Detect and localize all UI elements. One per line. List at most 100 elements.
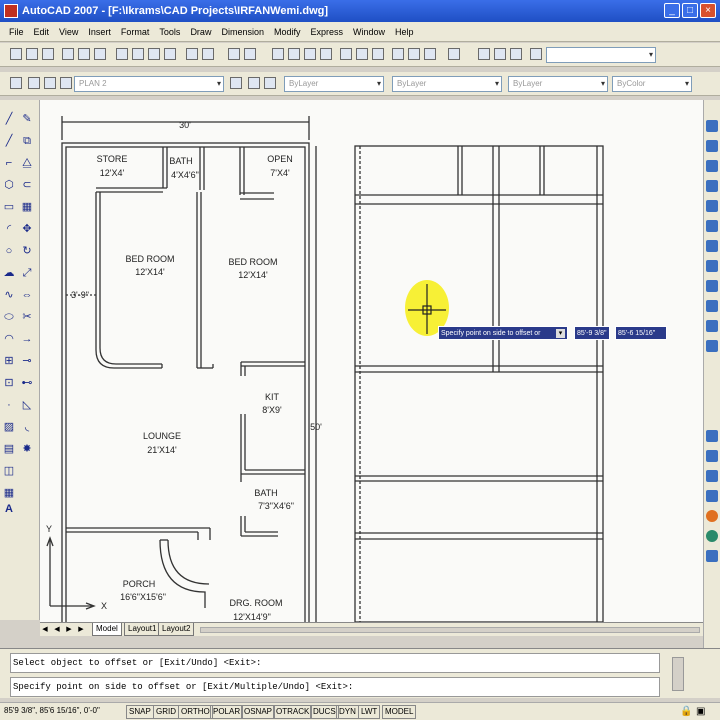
baseline-icon[interactable]: [408, 48, 420, 60]
tool-palettes-icon[interactable]: [706, 240, 718, 252]
explode-icon[interactable]: ✸: [20, 442, 34, 456]
menu-help[interactable]: Help: [390, 27, 419, 37]
view-icon[interactable]: [706, 160, 718, 172]
print-icon[interactable]: [62, 48, 74, 60]
gradient-icon[interactable]: ▤: [2, 442, 16, 456]
region-icon[interactable]: ◫: [2, 464, 16, 478]
next-tab-icon[interactable]: ▶: [64, 624, 74, 635]
mirror-icon[interactable]: ⧋: [20, 156, 34, 170]
menu-insert[interactable]: Insert: [83, 27, 116, 37]
copy-object-icon[interactable]: ⧉: [20, 134, 34, 148]
multiline-text-icon[interactable]: A: [2, 502, 16, 516]
stretch-icon[interactable]: ⇔: [20, 288, 34, 302]
sheet-set-icon[interactable]: [706, 260, 718, 272]
lock-icon[interactable]: 🔒: [680, 706, 692, 717]
rotate-icon[interactable]: ↻: [20, 244, 34, 258]
dimension-edit-icon[interactable]: [494, 48, 506, 60]
lightbulb-icon[interactable]: [28, 77, 40, 89]
command-scrollbar[interactable]: [672, 657, 684, 691]
menu-format[interactable]: Format: [116, 27, 155, 37]
horizontal-scrollbar[interactable]: [200, 627, 700, 633]
autocad-app-icon[interactable]: [4, 4, 18, 18]
drawing-canvas[interactable]: 30' 50' 3'-9" STORE 12'X4' BATH 4'X4'6" …: [40, 100, 703, 622]
menu-express[interactable]: Express: [306, 27, 349, 37]
dbconnect-icon[interactable]: [706, 320, 718, 332]
first-tab-icon[interactable]: ◀: [40, 624, 50, 635]
snap-toggle[interactable]: SNAP: [126, 705, 154, 719]
camera-icon[interactable]: [706, 470, 718, 482]
revision-cloud-icon[interactable]: ☁: [2, 266, 16, 280]
layer-manager-icon[interactable]: [10, 77, 22, 89]
quickcalc-icon[interactable]: [706, 300, 718, 312]
dynamic-input-value-1[interactable]: 85'-9 3/8": [574, 326, 610, 340]
sphere-icon[interactable]: [706, 510, 718, 522]
undo-icon[interactable]: [186, 48, 198, 60]
tab-layout2[interactable]: Layout2: [158, 623, 195, 636]
tab-layout1[interactable]: Layout1: [124, 623, 161, 636]
dimension-ordinate-icon[interactable]: [320, 48, 332, 60]
maximize-button[interactable]: □: [682, 3, 698, 18]
menu-modify[interactable]: Modify: [269, 27, 306, 37]
walk-icon[interactable]: [706, 490, 718, 502]
construction-line-icon[interactable]: ╱: [2, 134, 16, 148]
rectangle-icon[interactable]: ▭: [2, 200, 16, 214]
markup-icon[interactable]: [706, 280, 718, 292]
break-icon[interactable]: ⊸: [20, 354, 34, 368]
open-icon[interactable]: [26, 48, 38, 60]
quick-dimension-icon[interactable]: [392, 48, 404, 60]
dyn-toggle[interactable]: DYN: [336, 705, 359, 719]
model-toggle[interactable]: MODEL: [382, 705, 417, 719]
pan-icon[interactable]: [228, 48, 240, 60]
options-arrow-icon[interactable]: ▾: [556, 329, 565, 338]
join-icon[interactable]: ⊷: [20, 376, 34, 390]
menu-draw[interactable]: Draw: [185, 27, 216, 37]
dimension-radius-icon[interactable]: [340, 48, 352, 60]
continue-icon[interactable]: [424, 48, 436, 60]
dynamic-input-value-2[interactable]: 85'-6 15/16": [615, 326, 667, 340]
make-current-icon[interactable]: [230, 77, 242, 89]
dimension-linear-icon[interactable]: [272, 48, 284, 60]
chamfer-icon[interactable]: ◺: [20, 398, 34, 412]
tolerance-icon[interactable]: [448, 48, 460, 60]
trim-icon[interactable]: ✂: [20, 310, 34, 324]
zoom-realtime-icon[interactable]: [244, 48, 256, 60]
otrack-toggle[interactable]: OTRACK: [273, 705, 313, 719]
point-icon[interactable]: ·: [2, 398, 16, 412]
menu-file[interactable]: File: [4, 27, 29, 37]
solid-icon[interactable]: [706, 550, 718, 562]
dimension-angular-icon[interactable]: [372, 48, 384, 60]
properties-icon[interactable]: [706, 200, 718, 212]
center-mark-icon[interactable]: [478, 48, 490, 60]
arc-icon[interactable]: ◜: [2, 222, 16, 236]
layer-states-icon[interactable]: [264, 77, 276, 89]
circle-icon[interactable]: ○: [2, 244, 16, 258]
hatch-icon[interactable]: ▨: [2, 420, 16, 434]
light-icon[interactable]: [706, 430, 718, 442]
dimension-style-combo[interactable]: [546, 47, 656, 63]
dimension-text-edit-icon[interactable]: [510, 48, 522, 60]
polar-toggle[interactable]: POLAR: [210, 705, 244, 719]
match-properties-icon[interactable]: [164, 48, 176, 60]
tab-model[interactable]: Model: [92, 623, 122, 636]
menu-window[interactable]: Window: [348, 27, 390, 37]
dimension-diameter-icon[interactable]: [356, 48, 368, 60]
last-tab-icon[interactable]: ▶: [76, 624, 86, 635]
lineweight-combo[interactable]: ByLayer: [508, 76, 608, 92]
linetype-combo[interactable]: ByLayer: [392, 76, 502, 92]
spline-icon[interactable]: ∿: [2, 288, 16, 302]
cut-icon[interactable]: [116, 48, 128, 60]
render-icon[interactable]: [706, 180, 718, 192]
menu-tools[interactable]: Tools: [154, 27, 185, 37]
dimension-aligned-icon[interactable]: [288, 48, 300, 60]
insert-block-icon[interactable]: ⊞: [2, 354, 16, 368]
dimension-arc-icon[interactable]: [304, 48, 316, 60]
ellipse-icon[interactable]: ⬭: [2, 310, 16, 324]
layer-combo[interactable]: PLAN 2: [74, 76, 224, 92]
table-icon[interactable]: ▦: [2, 486, 16, 500]
ducs-toggle[interactable]: DUCS: [310, 705, 339, 719]
copy-icon[interactable]: [132, 48, 144, 60]
ortho-toggle[interactable]: ORTHO: [178, 705, 213, 719]
sun-icon[interactable]: [44, 77, 56, 89]
polyline-icon[interactable]: ⌐: [2, 156, 16, 170]
line-icon[interactable]: ╱: [2, 112, 16, 126]
